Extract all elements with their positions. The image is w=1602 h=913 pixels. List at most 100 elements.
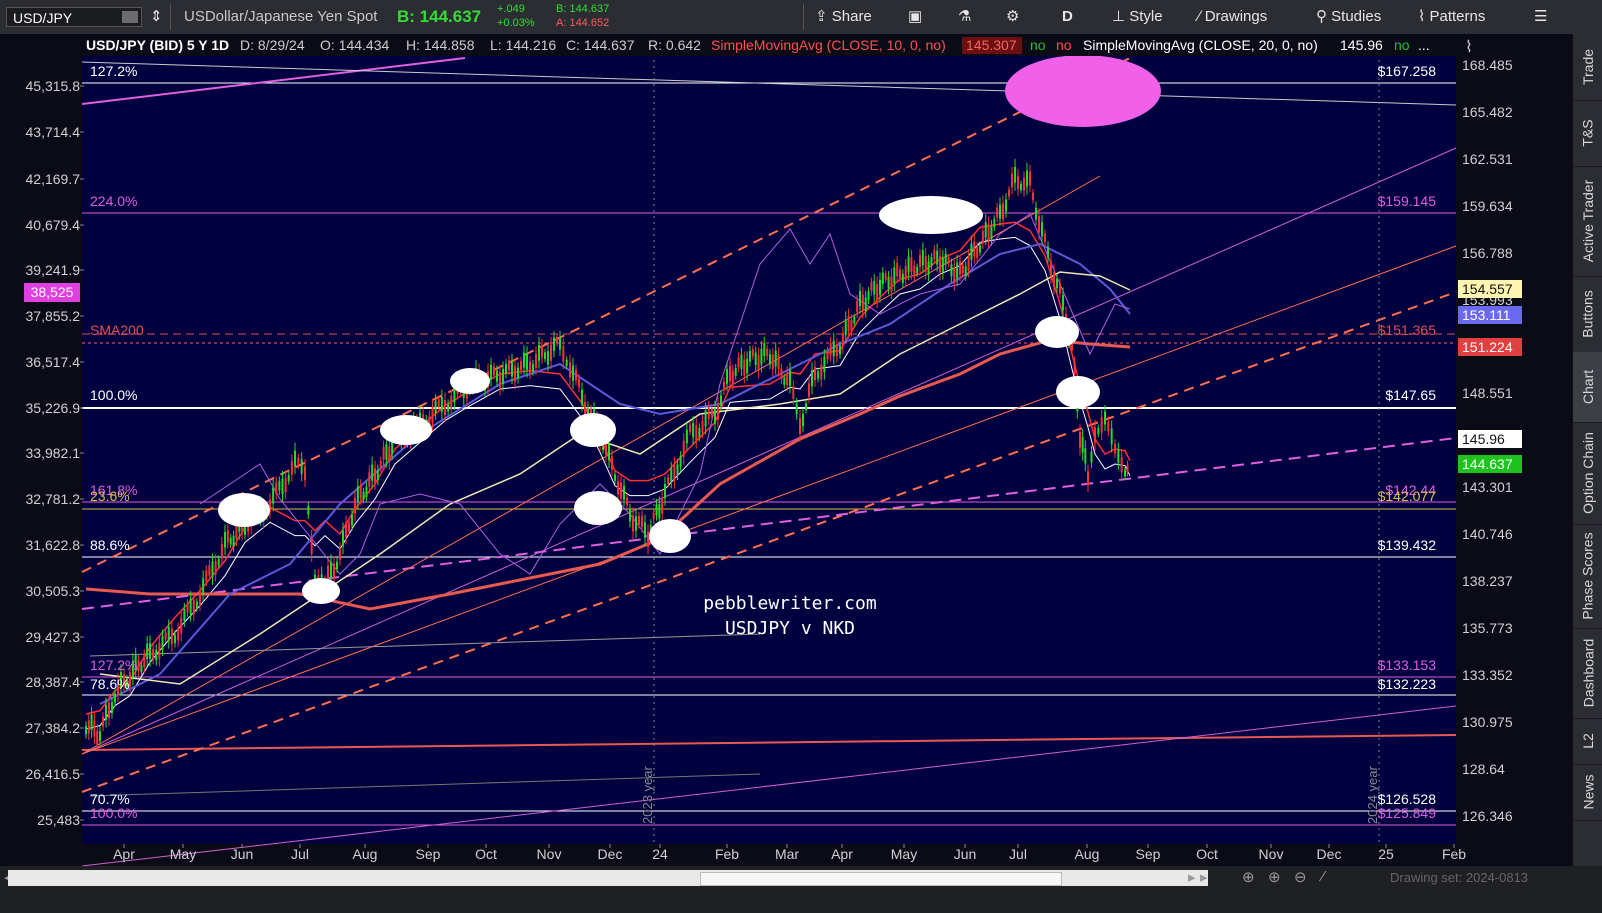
fib-right-label: $142.077 xyxy=(1378,488,1437,504)
candle-body xyxy=(632,515,634,532)
candle-body xyxy=(146,643,149,659)
candle-body xyxy=(1087,471,1089,486)
sidebar-tab-t-s[interactable]: T&S xyxy=(1573,100,1602,167)
sidebar-tab-phase-scores[interactable]: Phase Scores xyxy=(1573,524,1602,629)
target-ellipse xyxy=(1005,55,1161,127)
sidebar-tab-chart[interactable]: Chart xyxy=(1573,352,1602,423)
candle-body xyxy=(984,222,987,238)
candle-body xyxy=(673,465,676,481)
price-marker-text: 144.637 xyxy=(1462,456,1513,472)
study-header: USD/JPY (BID) 5 Y 1D D: 8/29/24 O: 144.4… xyxy=(86,37,1430,54)
snapshot-icon[interactable]: ▣ xyxy=(908,0,922,34)
candle-body xyxy=(973,241,976,257)
left-axis-label: 31,622.8 xyxy=(26,537,81,553)
candle-body xyxy=(167,626,170,642)
candle-body xyxy=(1059,283,1061,294)
price-marker-text: 153.111 xyxy=(1462,307,1511,323)
sidebar-tab-buttons[interactable]: Buttons xyxy=(1573,276,1602,353)
annotation-ellipse xyxy=(574,491,622,525)
candle-body xyxy=(930,257,933,266)
candle-body xyxy=(1094,427,1096,443)
zoom-in-icon[interactable]: ⊕ xyxy=(1268,868,1281,886)
right-axis-label: 130.975 xyxy=(1462,714,1513,730)
candle-body xyxy=(1117,449,1120,463)
menu-icon[interactable]: ☰ xyxy=(1534,0,1547,34)
candle-body xyxy=(1120,457,1123,473)
candle-body xyxy=(704,410,707,427)
share-button[interactable]: ⇪ Share xyxy=(815,0,872,34)
chart-canvas[interactable]: pebblewriter.com USDJPY v NKD 2023 year … xyxy=(0,34,1572,866)
candle-body xyxy=(734,367,737,376)
candle-body xyxy=(205,570,208,582)
annotation-ellipse xyxy=(570,413,616,447)
candle-body xyxy=(695,425,698,441)
candle-body xyxy=(180,617,183,634)
sidebar-tab-dashboard[interactable]: Dashboard xyxy=(1573,628,1602,719)
drawing-set-label: Drawing set: 2024-0813 xyxy=(1390,870,1529,885)
candle-body xyxy=(664,484,666,499)
candle-body xyxy=(437,399,440,408)
candle-body xyxy=(447,403,450,412)
sidebar-tab-news[interactable]: News xyxy=(1573,764,1602,821)
candle-body xyxy=(729,365,731,382)
scrollbar-thumb[interactable] xyxy=(700,872,1062,886)
candle-body xyxy=(505,363,507,374)
flask-icon[interactable]: ⚗ xyxy=(958,0,971,34)
header-date: D: 8/29/24 xyxy=(240,37,305,53)
chevron-down-icon[interactable] xyxy=(122,11,138,23)
style-button[interactable]: ⊥ Style xyxy=(1112,0,1163,34)
fib-right-label: $139.432 xyxy=(1378,537,1437,553)
candle-body xyxy=(304,466,306,481)
candle-body xyxy=(717,404,719,420)
candle-body xyxy=(890,276,893,292)
crosshair-icon[interactable]: ⊕ xyxy=(1242,868,1255,886)
zoom-out-icon[interactable]: ⊖ xyxy=(1294,868,1307,886)
candle-body xyxy=(137,660,140,672)
drawing-tool-icon[interactable]: ⁄ xyxy=(1322,868,1325,885)
candle-body xyxy=(944,253,947,265)
candle-body xyxy=(232,535,235,547)
sidebar-tab-active-trader[interactable]: Active Trader xyxy=(1573,166,1602,277)
candle-body xyxy=(342,530,344,547)
sidebar-tab-l2[interactable]: L2 xyxy=(1573,718,1602,765)
candle-body xyxy=(1110,428,1113,445)
link-icon[interactable]: ⇕ xyxy=(150,0,163,34)
sidebar-tab-trade[interactable]: Trade xyxy=(1573,34,1602,101)
candle-body xyxy=(910,257,913,273)
candle-body xyxy=(789,370,791,386)
candle-body xyxy=(720,395,722,407)
candle-body xyxy=(939,256,941,273)
right-axis-label: 148.551 xyxy=(1462,385,1513,401)
candle-body xyxy=(766,348,769,357)
candle-body xyxy=(362,491,365,500)
drawings-button[interactable]: ∕ Drawings xyxy=(1198,0,1267,34)
candle-body xyxy=(511,361,513,377)
symbol-selector[interactable]: USD/JPY xyxy=(6,7,142,27)
left-axis-label: 35,226.9 xyxy=(26,400,81,416)
gear-icon[interactable]: ⚙ xyxy=(1006,0,1019,34)
candle-body xyxy=(829,343,832,356)
month-label: Apr xyxy=(113,846,135,862)
fib-left-label: 100.0% xyxy=(90,805,137,821)
candle-body xyxy=(629,509,631,522)
candle-body xyxy=(208,565,211,576)
period-button[interactable]: D xyxy=(1062,0,1073,34)
share-icon: ⇪ xyxy=(815,8,828,25)
candle-body xyxy=(950,264,953,277)
scroll-right-icon[interactable]: ▸ xyxy=(1188,868,1196,886)
candle-body xyxy=(1038,216,1040,232)
header-sma10: SimpleMovingAvg (CLOSE, 10, 0, no) xyxy=(711,37,946,53)
sidebar-tab-option-chain[interactable]: Option Chain xyxy=(1573,422,1602,525)
scroll-end-icon[interactable]: ▸ xyxy=(1200,868,1208,886)
month-label: Oct xyxy=(475,846,497,862)
draw-tool-icon[interactable]: ⌇ xyxy=(1465,39,1473,56)
candle-body xyxy=(933,249,936,260)
annotation-ellipse xyxy=(1035,316,1079,348)
candle-body xyxy=(365,486,368,497)
candle-body xyxy=(746,358,749,374)
candle-body xyxy=(93,720,96,737)
patterns-button[interactable]: ⌇ Patterns xyxy=(1418,0,1485,34)
right-axis-label: 162.531 xyxy=(1462,151,1513,167)
candle-body xyxy=(670,468,673,482)
studies-button[interactable]: ⚲ Studies xyxy=(1316,0,1381,34)
